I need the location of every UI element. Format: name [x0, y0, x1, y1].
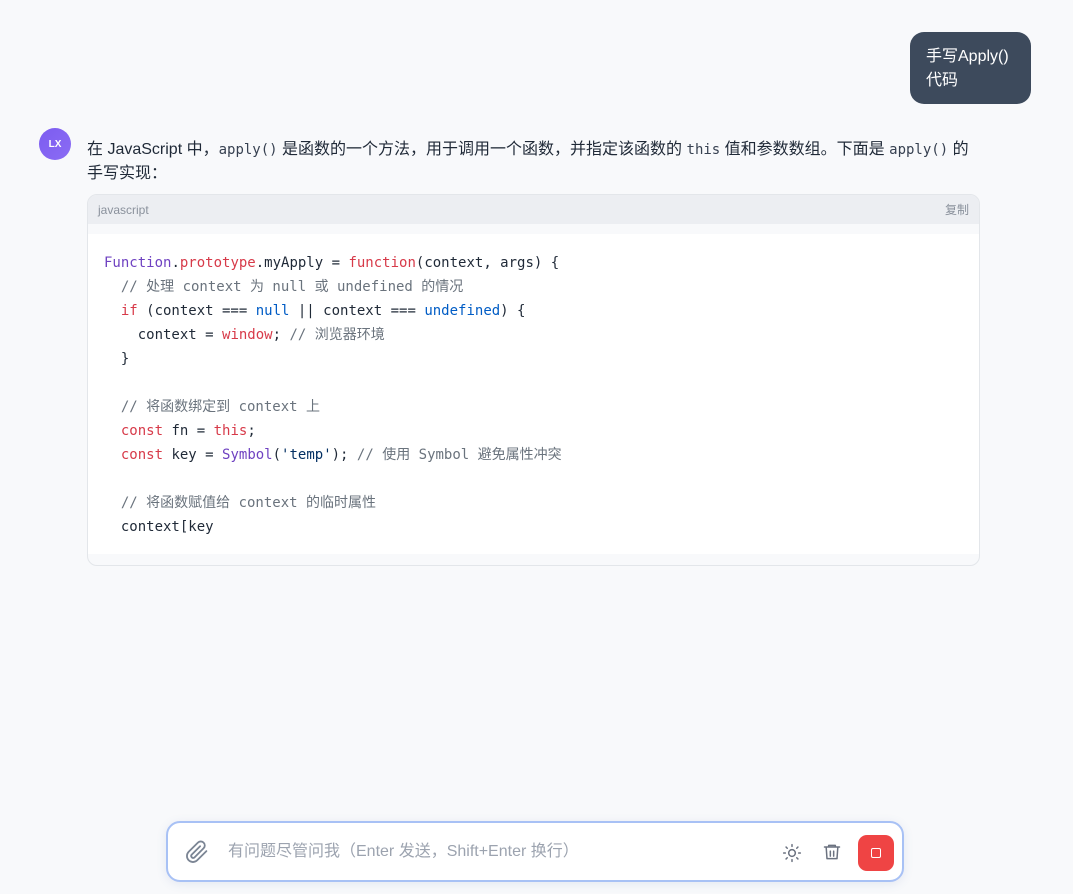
code-line: }	[104, 347, 963, 371]
code-token: (	[272, 447, 282, 463]
code-token: );	[331, 447, 357, 463]
code-token: fn =	[163, 423, 214, 439]
code-token: context[key	[104, 519, 214, 535]
inline-code-apply: apply()	[218, 142, 278, 158]
code-token: // 浏览器环境	[289, 327, 385, 343]
code-token: ;	[272, 327, 290, 343]
intro-paragraph: 在 JavaScript 中，apply() 是函数的一个方法，用于调用一个函数…	[87, 138, 980, 186]
assistant-avatar: LX	[39, 128, 71, 160]
code-line: // 将函数赋值给 context 的临时属性	[104, 491, 963, 515]
message-input[interactable]	[228, 823, 768, 880]
code-token: key =	[163, 447, 223, 463]
user-message-line-2: 代码	[926, 72, 959, 89]
intro-text-3: 值和参数数组。下面是	[720, 141, 890, 158]
user-message-bubble: 手写Apply() 代码	[910, 32, 1031, 104]
code-line: Function.prototype.myApply = function(co…	[104, 251, 963, 275]
code-token: undefined	[424, 303, 501, 319]
assistant-answer: 在 JavaScript 中，apply() 是函数的一个方法，用于调用一个函数…	[87, 138, 980, 566]
trash-icon[interactable]	[822, 842, 842, 862]
code-token: ) {	[500, 303, 526, 319]
code-token: Symbol	[222, 447, 273, 463]
code-line: if (context === null || context === unde…	[104, 299, 963, 323]
paperclip-icon[interactable]	[185, 840, 209, 864]
message-composer	[166, 821, 904, 882]
code-token: .	[171, 255, 180, 271]
code-token: ;	[247, 423, 256, 439]
inline-code-apply-2: apply()	[889, 142, 949, 158]
code-token: if	[120, 303, 138, 319]
intro-text-2: 是函数的一个方法，用于调用一个函数，并指定该函数的	[277, 141, 687, 158]
intro-text-1: 在 JavaScript 中，	[87, 141, 219, 158]
code-block-header: javascript 复制	[88, 195, 979, 224]
stop-generation-button[interactable]	[858, 835, 894, 871]
sun-icon[interactable]	[782, 843, 802, 863]
code-token: Function	[104, 255, 172, 271]
code-token: (context ===	[137, 303, 256, 319]
code-line: const fn = this;	[104, 419, 963, 443]
code-token: prototype	[179, 255, 256, 271]
avatar-initials: LX	[48, 138, 62, 150]
code-line: // 处理 context 为 null 或 undefined 的情况	[104, 275, 963, 299]
code-token: window	[222, 327, 273, 343]
code-content: Function.prototype.myApply = function(co…	[88, 234, 979, 554]
code-token: || context ===	[289, 303, 425, 319]
user-message-line-1: 手写Apply()	[926, 48, 1009, 65]
code-token: this	[213, 423, 248, 439]
code-line: const key = Symbol('temp'); // 使用 Symbol…	[104, 443, 963, 467]
code-line: context[key	[104, 515, 963, 539]
code-token: // 使用 Symbol 避免属性冲突	[356, 447, 562, 463]
code-token: context =	[104, 327, 223, 343]
code-token: (context, args) {	[415, 255, 560, 271]
code-token: // 处理 context 为 null 或 undefined 的情况	[104, 279, 464, 295]
code-token: .myApply =	[255, 255, 349, 271]
code-token: const	[120, 447, 164, 463]
copy-code-button[interactable]: 复制	[945, 201, 969, 218]
code-token: function	[348, 255, 416, 271]
code-line: context = window; // 浏览器环境	[104, 323, 963, 347]
code-block: javascript 复制 Function.prototype.myApply…	[87, 194, 980, 566]
code-token: // 将函数绑定到 context 上	[104, 399, 321, 415]
code-token: null	[255, 303, 290, 319]
code-token: 'temp'	[281, 447, 332, 463]
code-token: // 将函数赋值给 context 的临时属性	[104, 495, 377, 511]
code-language-label: javascript	[98, 202, 149, 217]
code-line: // 将函数绑定到 context 上	[104, 395, 963, 419]
stop-icon	[871, 848, 881, 858]
code-token: }	[104, 351, 130, 367]
inline-code-this: this	[686, 142, 721, 158]
code-token: const	[120, 423, 164, 439]
